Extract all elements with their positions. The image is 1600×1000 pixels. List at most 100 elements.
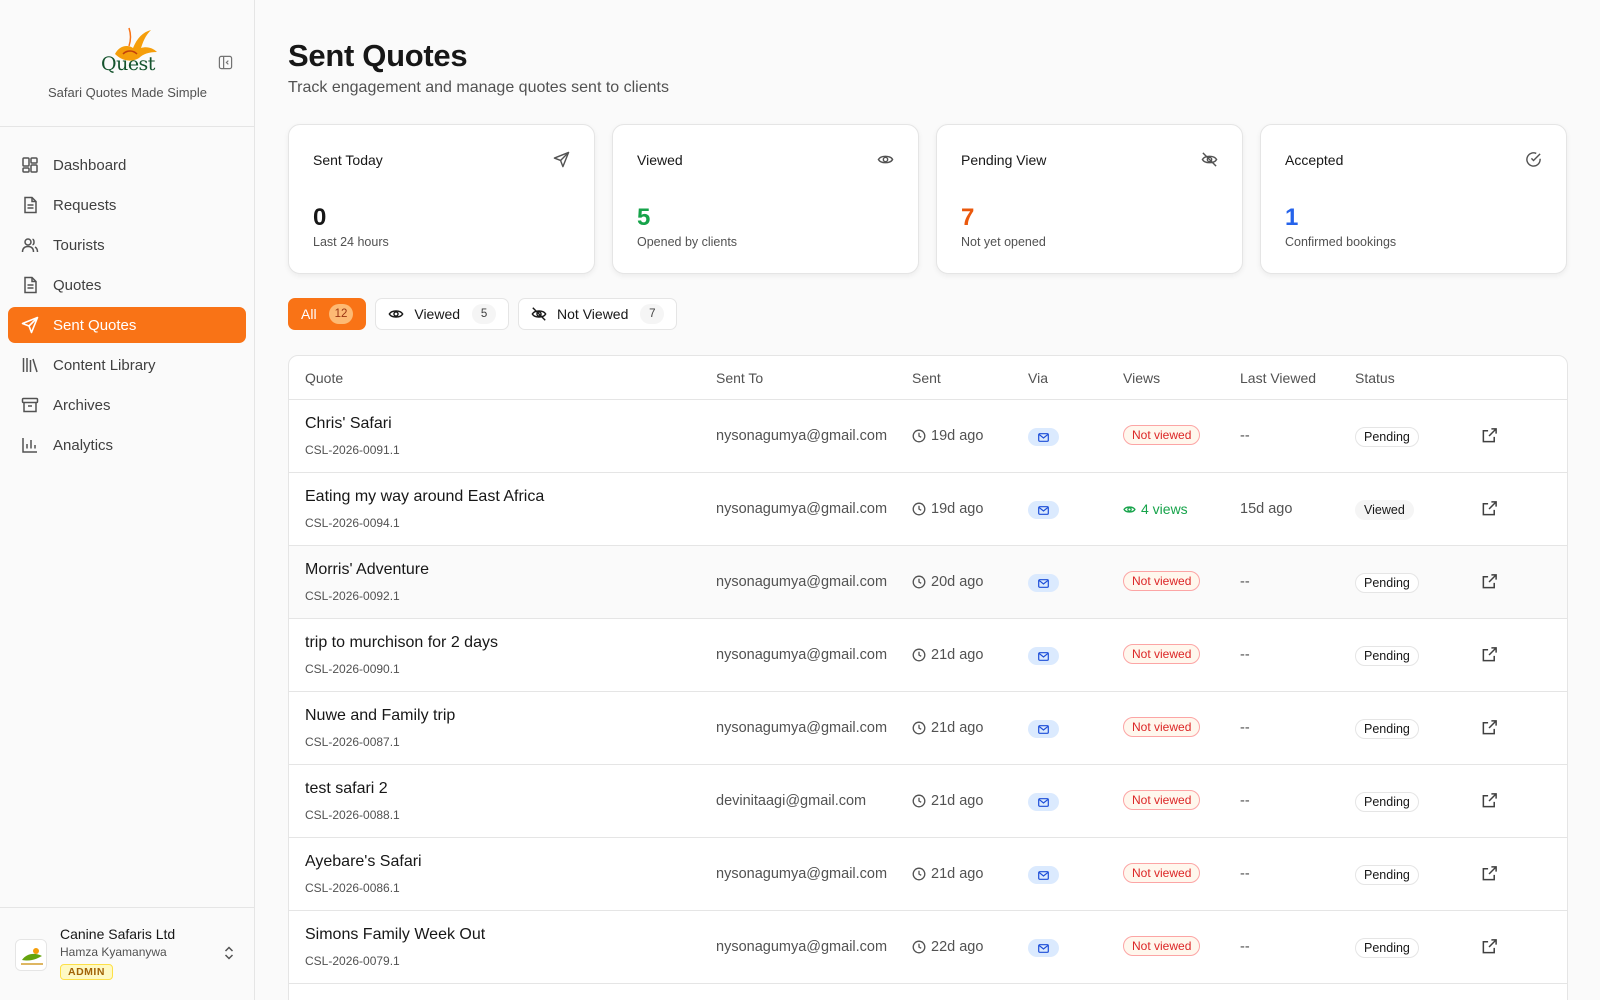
via-email-badge [1028, 428, 1059, 446]
external-link-icon[interactable] [1481, 573, 1498, 590]
column-header-status[interactable]: Status [1355, 370, 1395, 386]
external-link-icon[interactable] [1481, 500, 1498, 517]
sidebar-item-dashboard[interactable]: Dashboard [8, 147, 246, 183]
external-link-icon[interactable] [1481, 865, 1498, 882]
column-header-views[interactable]: Views [1123, 370, 1160, 386]
quote-title[interactable]: Simons Family Week Out [305, 926, 485, 944]
table-row[interactable]: Eating my way around East Africa CSL-202… [289, 473, 1567, 546]
last-viewed: -- [1240, 866, 1250, 882]
views-indicator: Not viewed [1123, 863, 1201, 883]
page-subtitle: Track engagement and manage quotes sent … [288, 79, 669, 96]
quote-code: CSL-2026-0091.1 [305, 443, 400, 457]
column-header-via[interactable]: Via [1028, 370, 1048, 386]
quote-title[interactable]: Nuwe and Family trip [305, 707, 455, 725]
column-header-last-viewed[interactable]: Last Viewed [1240, 370, 1316, 386]
table-row[interactable]: Morris' Adventure CSL-2026-0092.1 nysona… [289, 546, 1567, 619]
quote-title[interactable]: Chris' Safari [305, 415, 392, 433]
table-row[interactable]: test safari 2 CSL-2026-0088.1 devinitaag… [289, 765, 1567, 838]
filter-tabs: All 12 Viewed 5 Not Viewed 7 [288, 298, 686, 330]
sidebar-collapse-icon[interactable] [218, 55, 233, 70]
external-link-icon[interactable] [1481, 427, 1498, 444]
status-badge: Viewed [1355, 500, 1414, 520]
table-row[interactable]: Nuwe and Family trip CSL-2026-0087.1 nys… [289, 692, 1567, 765]
page-title: Sent Quotes [288, 38, 468, 73]
sent-time-text: 21d ago [931, 793, 984, 809]
send-icon [553, 151, 570, 168]
bar-chart-icon [21, 436, 39, 454]
external-link-icon[interactable] [1481, 719, 1498, 736]
sidebar-item-tourists[interactable]: Tourists [8, 227, 246, 263]
sidebar-item-sent-quotes[interactable]: Sent Quotes [8, 307, 246, 343]
quote-title[interactable]: test safari 2 [305, 780, 388, 798]
column-header-quote[interactable]: Quote [305, 370, 343, 386]
account-switcher[interactable]: Canine Safaris Ltd Hamza Kyamanywa ADMIN [0, 907, 255, 1000]
status-badge: Pending [1355, 792, 1419, 812]
mail-icon [1038, 797, 1049, 807]
last-viewed: -- [1240, 647, 1250, 663]
column-header-sent-to[interactable]: Sent To [716, 370, 763, 386]
clock-icon [912, 867, 926, 881]
clock-icon [912, 648, 926, 662]
chevrons-up-down-icon[interactable] [223, 945, 235, 961]
sidebar-item-label: Archives [53, 396, 111, 414]
status-badge: Pending [1355, 646, 1419, 666]
table-row[interactable]: trip to murchison for 2 days CSL-2026-00… [289, 619, 1567, 692]
quote-code: CSL-2026-0088.1 [305, 808, 400, 822]
status-badge: Pending [1355, 427, 1419, 447]
table-row[interactable]: Ayebare's Safari CSL-2026-0086.1 nysonag… [289, 838, 1567, 911]
quote-title[interactable]: trip to murchison for 2 days [305, 634, 498, 652]
filter-count-badge: 12 [328, 304, 354, 324]
dashboard-icon [21, 156, 39, 174]
sidebar-item-label: Analytics [53, 436, 114, 454]
stat-card-viewed: Viewed 5 Opened by clients [612, 124, 919, 274]
sidebar-item-quotes[interactable]: Quotes [8, 267, 246, 303]
mail-icon [1038, 432, 1049, 442]
last-viewed: -- [1240, 939, 1250, 955]
mail-icon [1038, 505, 1049, 515]
table-row[interactable]: Simons Family Week Out CSL-2026-0079.1 n… [289, 911, 1567, 984]
status-badge: Pending [1355, 865, 1419, 885]
last-viewed: -- [1240, 720, 1250, 736]
mail-icon [1038, 943, 1049, 953]
sent-time-text: 19d ago [931, 501, 984, 517]
stat-card-label: Pending View [961, 152, 1047, 168]
sent-time: 21d ago [912, 793, 983, 809]
views-indicator: 4 views [1123, 498, 1188, 517]
sidebar-item-archives[interactable]: Archives [8, 387, 246, 423]
stat-card-sent-today: Sent Today 0 Last 24 hours [288, 124, 595, 274]
stat-card-pending-view: Pending View 7 Not yet opened [936, 124, 1243, 274]
recipient-email: nysonagumya@gmail.com [716, 647, 888, 663]
filter-all[interactable]: All 12 [288, 298, 367, 330]
views-count: 4 views [1123, 498, 1188, 517]
views-indicator: Not viewed [1123, 425, 1201, 445]
eye-off-icon [531, 306, 547, 322]
sent-time-text: 21d ago [931, 866, 984, 882]
last-viewed: -- [1240, 793, 1250, 809]
external-link-icon[interactable] [1481, 792, 1498, 809]
quote-title[interactable]: Eating my way around East Africa [305, 488, 544, 506]
sidebar-item-requests[interactable]: Requests [8, 187, 246, 223]
table-row[interactable]: Chris' Safari CSL-2026-0091.1 nysonagumy… [289, 400, 1567, 473]
not-viewed-badge: Not viewed [1123, 717, 1201, 737]
column-header-sent[interactable]: Sent [912, 370, 941, 386]
via-email-badge [1028, 574, 1059, 592]
sent-time: 20d ago [912, 574, 983, 590]
external-link-icon[interactable] [1481, 938, 1498, 955]
filter-not-viewed[interactable]: Not Viewed 7 [518, 298, 678, 330]
views-indicator: Not viewed [1123, 571, 1201, 591]
quote-title[interactable]: Ayebare's Safari [305, 853, 422, 871]
quote-code: CSL-2026-0086.1 [305, 881, 400, 895]
stat-card-label: Accepted [1285, 152, 1344, 168]
quote-title[interactable]: Morris' Adventure [305, 561, 429, 579]
filter-viewed[interactable]: Viewed 5 [375, 298, 510, 330]
eye-icon [877, 155, 894, 164]
sidebar-item-label: Tourists [53, 236, 105, 254]
external-link-icon[interactable] [1481, 646, 1498, 663]
sidebar-item-content-library[interactable]: Content Library [8, 347, 246, 383]
check-circle-icon [1526, 152, 1541, 167]
not-viewed-badge: Not viewed [1123, 863, 1201, 883]
sidebar-item-analytics[interactable]: Analytics [8, 427, 246, 463]
company-logo-avatar [15, 939, 47, 971]
last-viewed: -- [1240, 428, 1250, 444]
sent-quotes-table: Quote Sent To Sent Via Views Last Viewed… [288, 355, 1568, 1000]
